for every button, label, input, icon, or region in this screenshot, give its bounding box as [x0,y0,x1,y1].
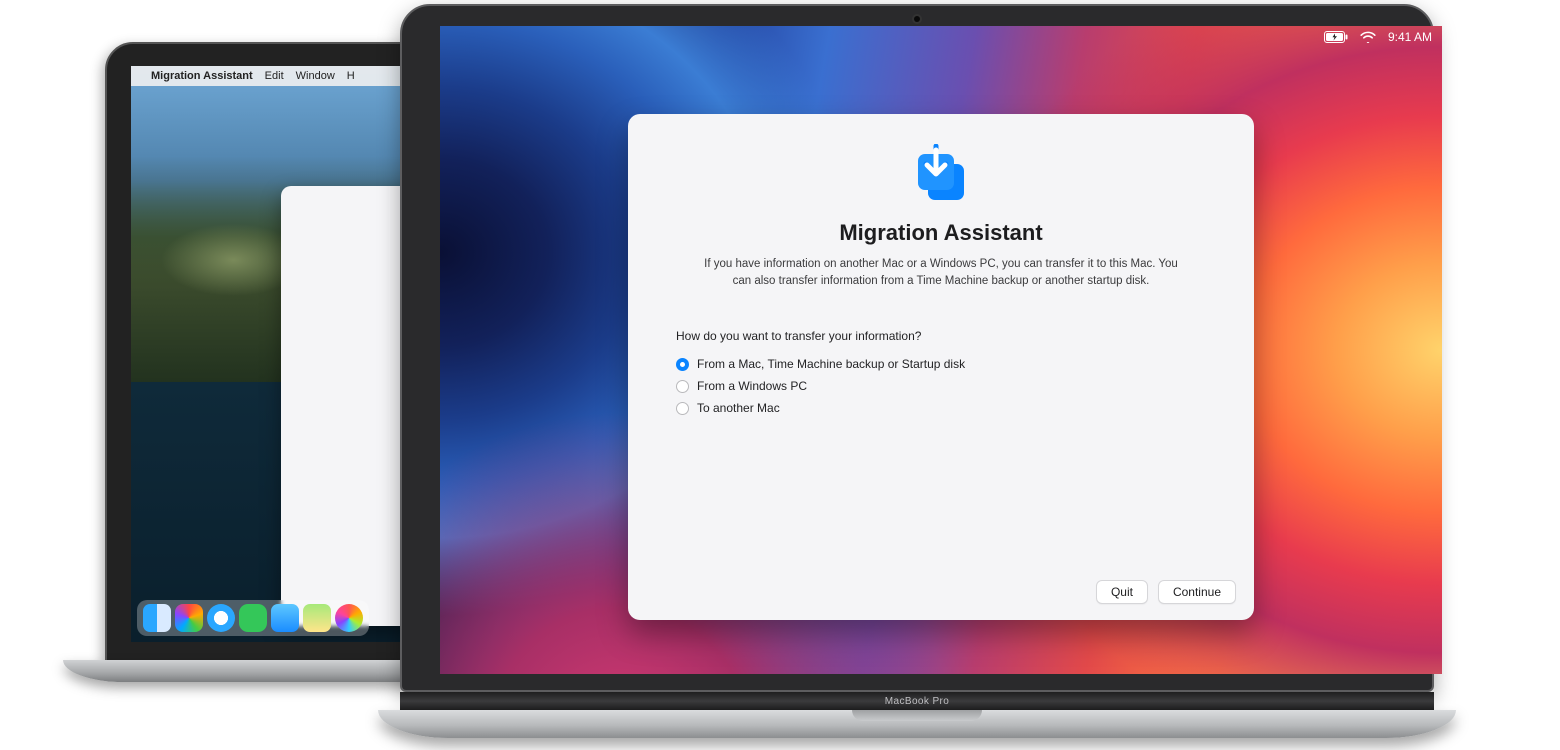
quit-button[interactable]: Quit [1096,580,1148,604]
front-bezel: 9:41 AM Migration Assistant [400,4,1434,692]
dock-maps-icon[interactable] [303,604,331,632]
option-from-windows-pc-label: From a Windows PC [697,379,807,393]
migration-assistant-icon [668,144,1214,206]
option-from-mac[interactable]: From a Mac, Time Machine backup or Start… [676,357,1214,371]
laptop-brand-label: MacBook Pro [885,696,949,707]
dock-finder-icon[interactable] [143,604,171,632]
dialog-title: Migration Assistant [668,220,1214,246]
transfer-options-group: From a Mac, Time Machine backup or Start… [676,357,1214,415]
dialog-button-row: Quit Continue [1096,580,1236,604]
dock-photos-icon[interactable] [335,604,363,632]
dock-safari-icon[interactable] [207,604,235,632]
back-menubar-appname[interactable]: Migration Assistant [151,70,253,82]
radio-selected-icon[interactable] [676,358,689,371]
migration-assistant-dialog: Migration Assistant If you have informat… [628,114,1254,620]
option-to-another-mac-label: To another Mac [697,401,780,415]
back-menubar-item-help[interactable]: H [347,70,355,82]
dialog-subtitle: If you have information on another Mac o… [701,256,1181,289]
dock-messages-icon[interactable] [239,604,267,632]
front-statusbar: 9:41 AM [1324,30,1432,44]
front-screen: 9:41 AM Migration Assistant [440,26,1442,674]
front-trackpad-notch [852,710,982,721]
radio-unselected-icon[interactable] [676,402,689,415]
statusbar-time[interactable]: 9:41 AM [1388,30,1432,44]
option-from-windows-pc[interactable]: From a Windows PC [676,379,1214,393]
foreground-macbook-pro: 9:41 AM Migration Assistant [378,4,1456,750]
back-menubar-item-edit[interactable]: Edit [265,70,284,82]
option-from-mac-label: From a Mac, Time Machine backup or Start… [697,357,965,371]
front-hinge: MacBook Pro [400,692,1434,710]
back-dock [137,600,369,636]
radio-unselected-icon[interactable] [676,380,689,393]
back-menubar-item-window[interactable]: Window [296,70,335,82]
camera-icon [914,16,920,22]
dock-launchpad-icon[interactable] [175,604,203,632]
dialog-question: How do you want to transfer your informa… [676,329,1214,343]
dock-mail-icon[interactable] [271,604,299,632]
wifi-icon[interactable] [1360,31,1376,43]
continue-button[interactable]: Continue [1158,580,1236,604]
battery-charging-icon[interactable] [1324,31,1348,43]
option-to-another-mac[interactable]: To another Mac [676,401,1214,415]
